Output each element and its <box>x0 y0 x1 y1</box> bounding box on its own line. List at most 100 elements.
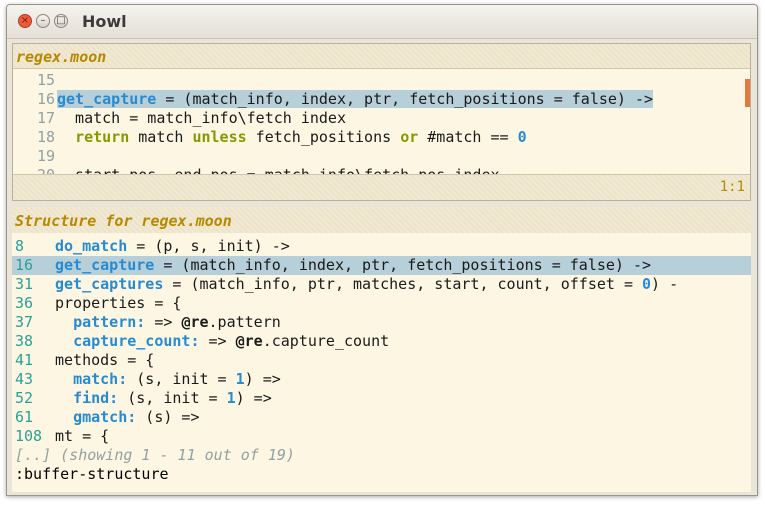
code-token: get_captures <box>55 275 164 293</box>
structure-item[interactable]: 16 get_capture = (match_info, index, ptr,… <box>12 256 751 275</box>
structure-panel[interactable]: Structure for regex.moon 8 do_match = (p,… <box>12 207 751 492</box>
structure-item[interactable]: 38 capture_count: => @re.capture_count <box>15 332 751 351</box>
code-token: @re <box>235 332 263 350</box>
code-token: get_capture <box>55 256 155 274</box>
code-token: capture_count: <box>73 332 200 350</box>
code-token: @re <box>181 313 209 331</box>
close-button[interactable]: × <box>18 14 32 28</box>
structure-line-number: 37 <box>15 313 34 331</box>
code-content: get_capture = (match_info, index, ptr, f… <box>57 90 654 108</box>
title-bar[interactable]: × – □ Howl <box>7 5 757 39</box>
structure-line-number: 38 <box>15 332 34 350</box>
code-token: ) => <box>235 389 272 407</box>
cursor-position: 1:1 <box>719 179 745 195</box>
structure-status: [..] (showing 1 - 11 out of 19) <box>15 446 295 464</box>
code-token: or <box>400 128 419 146</box>
structure-item[interactable]: 41 methods = { <box>15 351 751 370</box>
code-token: fetch_positions <box>246 128 401 146</box>
editor-header: regex.moon <box>13 44 750 69</box>
structure-item[interactable]: 108 mt = { <box>15 427 751 446</box>
structure-line-number: 43 <box>15 370 34 388</box>
structure-line-number: 36 <box>15 294 34 312</box>
code-token: => <box>145 313 182 331</box>
code-token: do_match <box>55 237 128 255</box>
structure-line-number: 61 <box>15 408 34 426</box>
code-token: properties = { <box>55 294 182 312</box>
code-token: .capture_count <box>262 332 390 350</box>
code-area[interactable]: 15 16 get_capture = (match_info, index, pt… <box>13 71 750 174</box>
code-token: match: <box>73 370 128 388</box>
window-title: Howl <box>82 12 127 31</box>
line-number: 20 <box>13 166 55 174</box>
structure-item[interactable]: 61 gmatch: (s) => <box>15 408 751 427</box>
code-line[interactable]: 17 match = match_info\fetch index <box>13 109 750 128</box>
code-token: 0 <box>517 128 527 146</box>
scrollbar-thumb[interactable] <box>745 79 750 107</box>
editor-pane[interactable]: regex.moon 15 16 get_capture = (match_info… <box>12 43 751 201</box>
code-line[interactable]: 20 start_pos, end_pos = match_info\fetch… <box>13 166 750 174</box>
code-line[interactable]: 18 return match unless fetch_positions o… <box>13 128 750 147</box>
code-token: (s, init = <box>127 370 236 388</box>
code-line[interactable]: 16 get_capture = (match_info, index, ptr,… <box>13 90 750 109</box>
code-token: match <box>129 128 193 146</box>
code-token: 1 <box>235 370 245 388</box>
code-token: .pattern <box>208 313 281 331</box>
code-token: match = match_info\fetch index <box>57 109 346 127</box>
code-content: return match unless fetch_positions or #… <box>57 128 527 146</box>
editor-footer: 1:1 <box>13 174 750 200</box>
structure-item[interactable]: 52 find: (s, init = 1) => <box>15 389 751 408</box>
maximize-icon: □ <box>56 15 66 26</box>
code-token: mt = { <box>55 427 110 445</box>
close-icon: × <box>20 15 30 26</box>
code-line[interactable]: 15 <box>13 71 750 90</box>
structure-item[interactable]: 37 pattern: => @re.pattern <box>15 313 751 332</box>
code-token: ) => <box>244 370 281 388</box>
code-token: (s) => <box>136 408 200 426</box>
structure-item[interactable]: 8 do_match = (p, s, init) -> <box>15 237 751 256</box>
minimize-button[interactable]: – <box>36 14 50 28</box>
structure-item[interactable]: 36 properties = { <box>15 294 751 313</box>
code-token: 0 <box>642 275 652 293</box>
command-line-input[interactable]: :buffer-structure <box>15 465 751 484</box>
code-token: start_pos, end_pos = match_info\fetch_po… <box>57 166 499 174</box>
line-number: 15 <box>36 71 55 89</box>
line-number: 19 <box>36 147 55 165</box>
code-content: match = match_info\fetch index <box>57 109 346 127</box>
structure-line-number: 8 <box>15 237 25 255</box>
structure-header: Structure for regex.moon <box>12 207 751 233</box>
structure-title: Structure for regex.moon <box>15 212 232 230</box>
structure-line-number: 31 <box>15 275 34 293</box>
code-token: = (p, s, init) -> <box>127 237 290 255</box>
structure-line-number: 41 <box>15 351 34 369</box>
app-window: × – □ Howl regex.moon 15 16 get_capture = … <box>6 4 758 496</box>
code-token: 1 <box>226 389 236 407</box>
code-token: => <box>199 332 236 350</box>
code-token: (s, init = <box>118 389 227 407</box>
code-line[interactable]: 19 <box>13 147 750 166</box>
maximize-button[interactable]: □ <box>54 14 68 28</box>
structure-item[interactable]: 43 match: (s, init = 1) => <box>15 370 751 389</box>
code-token: = (match_info, ptr, matches, start, coun… <box>163 275 643 293</box>
code-token: = (match_info, index, ptr, fetch_positio… <box>156 90 654 108</box>
code-token: ) - <box>651 275 679 293</box>
line-number: 18 <box>36 128 55 146</box>
structure-list[interactable]: 8 do_match = (p, s, init) -> 16 get_capture… <box>12 237 751 484</box>
code-token: get_capture <box>57 90 157 108</box>
code-token: gmatch: <box>73 408 137 426</box>
code-token: #match == <box>418 128 518 146</box>
structure-item[interactable]: 31 get_captures = (match_info, ptr, match… <box>15 275 751 294</box>
code-token: = (match_info, index, ptr, fetch_positio… <box>154 256 652 274</box>
code-token: methods = { <box>55 351 155 369</box>
structure-line-number: 108 <box>15 427 43 445</box>
code-token: find: <box>73 389 119 407</box>
code-token: unless <box>192 128 247 146</box>
buffer-filename: regex.moon <box>16 48 107 66</box>
line-number: 17 <box>36 109 55 127</box>
line-number: 16 <box>36 90 55 108</box>
structure-line-number: 16 <box>15 256 34 274</box>
